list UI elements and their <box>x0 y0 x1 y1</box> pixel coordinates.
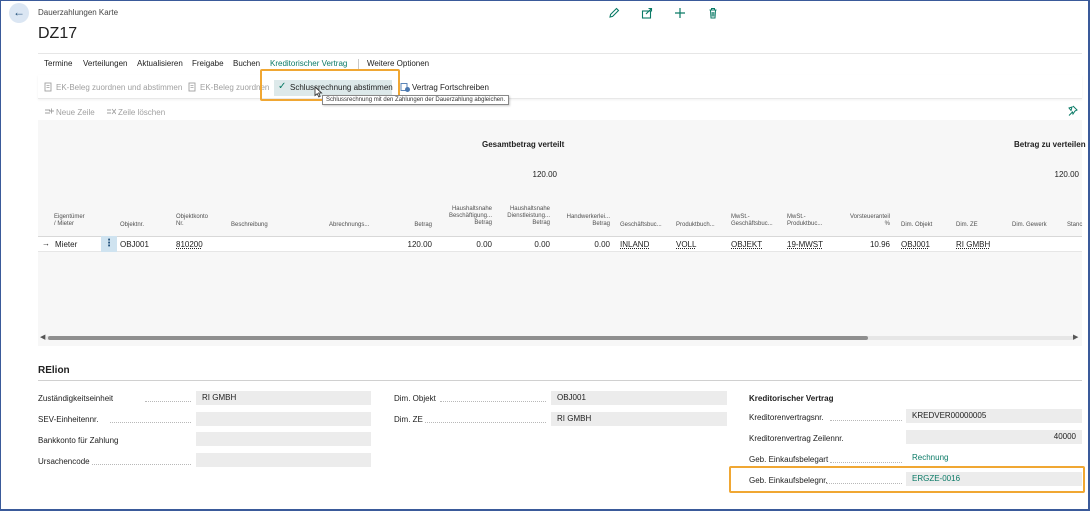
gesamtbetrag-verteilt-value: 120.00 <box>532 170 557 179</box>
document-link-icon <box>44 82 52 92</box>
col-header-abrechnungs[interactable]: Abrechnungs... <box>329 222 369 229</box>
cell-eigentuemer[interactable]: Mieter <box>55 240 77 249</box>
page-title: DZ17 <box>38 25 78 42</box>
field-kreditorenvertrag-zeilennr[interactable]: 40000 <box>906 430 1082 444</box>
col-header-mwst-geschaeftsbuch[interactable]: MwSt.- Geschäftsbuc... <box>731 214 773 228</box>
col-header-dim-gewerk[interactable]: Dim. Gewerk <box>1012 222 1047 229</box>
row-menu-dots-icon[interactable]: ⋮ <box>101 236 117 252</box>
zeile-loeschen-button[interactable]: Zeile löschen <box>118 108 165 117</box>
col-header-dim-ze[interactable]: Dim. ZE <box>956 222 978 229</box>
cell-mwst-geschaeftsbuch[interactable]: OBJEKT <box>731 240 762 249</box>
field-ursachencode[interactable] <box>196 453 371 467</box>
col-header-dim-objekt[interactable]: Dim. Objekt <box>901 222 932 229</box>
label-bankkonto-fuer-zahlung: Bankkonto für Zahlung <box>38 436 119 445</box>
label-dots <box>92 464 191 465</box>
label-dots <box>830 462 902 463</box>
menu-freigabe[interactable]: Freigabe <box>192 59 224 68</box>
field-dim-ze[interactable]: RI GMBH <box>551 412 727 426</box>
add-icon[interactable] <box>673 6 687 20</box>
gesamtbetrag-verteilt-label: Gesamtbetrag verteilt <box>482 140 565 149</box>
edit-pencil-icon[interactable] <box>607 6 621 20</box>
field-kreditorenvertragsnr[interactable]: KREDVER00000005 <box>906 409 1082 423</box>
ek-beleg-zuordnen-button[interactable]: EK-Beleg zuordnen <box>200 83 269 92</box>
col-header-handwerker[interactable]: Handwerkerlei... Betrag <box>556 214 610 228</box>
label-zustaendigkeitseinheit: Zuständigkeitseinheit <box>38 394 114 403</box>
label-dots <box>145 401 191 402</box>
cell-hh-beschaeftigung[interactable]: 0.00 <box>452 240 492 249</box>
col-header-mwst-produktbuch[interactable]: MwSt.- Produktbuc... <box>787 214 822 228</box>
betrag-zu-verteilen-value: 120.00 <box>1054 170 1079 179</box>
col-header-produktbuch[interactable]: Produktbuch... <box>676 222 715 229</box>
label-geb-einkaufsbelegart: Geb. Einkaufsbelegart <box>749 455 829 464</box>
cell-hh-dienstleistung[interactable]: 0.00 <box>510 240 550 249</box>
label-dim-objekt: Dim. Objekt <box>394 394 436 403</box>
cell-handwerker[interactable]: 0.00 <box>570 240 610 249</box>
delete-line-icon <box>107 108 116 115</box>
label-dim-ze: Dim. ZE <box>394 415 423 424</box>
document-icon <box>188 82 196 92</box>
field-sev-einheitennr[interactable] <box>196 412 371 426</box>
new-line-icon <box>45 108 54 114</box>
col-header-objektnr[interactable]: Objektnr. <box>120 222 144 229</box>
cell-vorsteueranteil[interactable]: 10.96 <box>850 240 890 249</box>
col-header-geschaeftsbuch[interactable]: Geschäftsbuc... <box>620 222 662 229</box>
menu-verteilungen[interactable]: Verteilungen <box>83 59 127 68</box>
col-header-objektkonto[interactable]: Objektkonto Nr. <box>176 214 208 228</box>
vertrag-fortschreiben-button[interactable]: Vertrag Fortschreiben <box>412 83 489 92</box>
label-sev-einheitennr: SEV-Einheitennr. <box>38 415 99 424</box>
label-ursachencode: Ursachencode <box>38 457 90 466</box>
col-header-stand[interactable]: Stanc <box>1067 222 1082 229</box>
highlight-frame-belegnr <box>729 466 1085 493</box>
field-zustaendigkeitseinheit[interactable]: RI GMBH <box>196 391 371 405</box>
share-icon[interactable] <box>640 6 654 20</box>
cell-dim-ze[interactable]: RI GMBH <box>956 240 990 249</box>
neue-zeile-button[interactable]: Neue Zeile <box>56 108 95 117</box>
totals-area <box>38 120 1082 204</box>
field-bankkonto-fuer-zahlung[interactable] <box>196 432 371 446</box>
field-dim-objekt[interactable]: OBJ001 <box>551 391 727 405</box>
ek-beleg-zuordnen-abstimmen-button[interactable]: EK-Beleg zuordnen und abstimmen <box>56 83 182 92</box>
menu-aktualisieren[interactable]: Aktualisieren <box>137 59 183 68</box>
label-dots <box>440 401 546 402</box>
menu-weitere-optionen[interactable]: Weitere Optionen <box>367 59 429 68</box>
contract-update-icon <box>400 83 410 92</box>
cell-betrag[interactable]: 120.00 <box>396 240 432 249</box>
label-dots <box>830 420 902 421</box>
page-caption: Dauerzahlungen Karte <box>38 8 119 17</box>
label-dots <box>425 422 546 423</box>
cell-geschaeftsbuch[interactable]: INLAND <box>620 240 649 249</box>
label-dots <box>110 422 191 423</box>
cell-objektkonto[interactable]: 810200 <box>176 240 203 249</box>
cell-dim-objekt[interactable]: OBJ001 <box>901 240 930 249</box>
cell-objektnr[interactable]: OBJ001 <box>120 240 149 249</box>
col-header-hh-dienstleistung[interactable]: Haushaltsnahe Dienstleistung... Betrag <box>494 206 550 227</box>
menu-separator <box>358 59 359 69</box>
row-pointer-arrow-icon: → <box>42 239 50 248</box>
scroll-right-icon[interactable]: ▶ <box>1073 333 1078 341</box>
delete-trash-icon[interactable] <box>706 6 720 20</box>
pin-icon[interactable] <box>1066 105 1078 117</box>
group-title-kreditorischer-vertrag: Kreditorischer Vertrag <box>749 394 834 403</box>
scroll-left-icon[interactable]: ◀ <box>40 333 45 341</box>
betrag-zu-verteilen-label: Betrag zu verteilen <box>1014 140 1086 149</box>
cell-mwst-produktbuch[interactable]: 19-MWST <box>787 240 823 249</box>
menu-buchen[interactable]: Buchen <box>233 59 260 68</box>
back-arrow-icon[interactable]: ← <box>9 3 29 23</box>
cell-produktbuch[interactable]: VOLL <box>676 240 696 249</box>
scrollbar-thumb[interactable] <box>48 336 868 340</box>
menu-termine[interactable]: Termine <box>44 59 72 68</box>
label-kreditorenvertrag-zeilennr: Kreditorenvertrag Zeilennr. <box>749 434 844 443</box>
section-title-relion: RElion <box>38 365 70 376</box>
col-header-beschreibung[interactable]: Beschreibung <box>231 222 268 229</box>
section-divider <box>38 380 1082 381</box>
tooltip: Schlussrechnung mit den Zahlungen der Da… <box>322 95 510 105</box>
col-header-hh-beschaeftigung[interactable]: Haushaltsnahe Beschäftigung... Betrag <box>432 206 492 227</box>
label-kreditorenvertragsnr: Kreditorenvertragsnr. <box>749 413 824 422</box>
col-header-vorsteueranteil[interactable]: Vorsteueranteil% <box>838 214 890 228</box>
col-header-eigentuemer[interactable]: Eigentümer / Mieter <box>54 214 94 228</box>
field-geb-einkaufsbelegart[interactable]: Rechnung <box>906 451 1082 465</box>
col-header-betrag[interactable]: Betrag <box>396 222 432 229</box>
menu-kreditorischer-vertrag[interactable]: Kreditorischer Vertrag <box>270 59 347 68</box>
